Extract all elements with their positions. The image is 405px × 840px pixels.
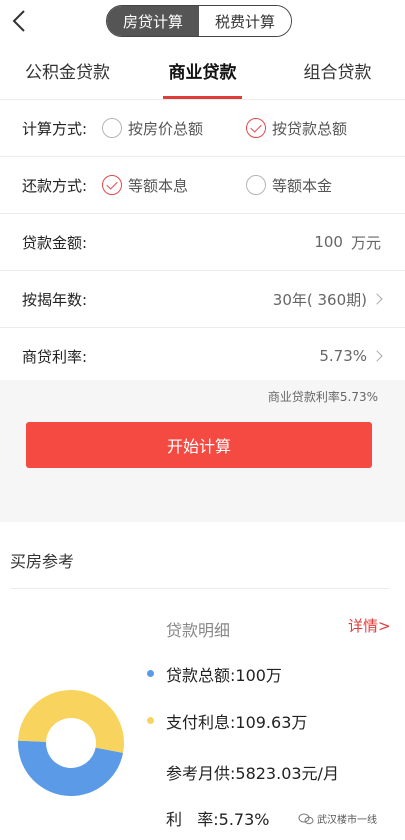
loan-donut-chart — [18, 690, 124, 796]
action-area: 商业贷款利率5.73% 开始计算 — [0, 380, 405, 522]
segment-tax-calc[interactable]: 税费计算 — [199, 6, 291, 36]
rate-hint: 商业贷款利率5.73% — [267, 390, 378, 404]
radio-checked-icon — [102, 175, 122, 195]
loan-years-value: 30年( 360期) — [272, 290, 367, 309]
loan-type-tabs: 公积金贷款 商业贷款 组合贷款 — [0, 48, 405, 100]
option-label: 等额本息 — [128, 176, 189, 195]
watermark: 武汉楼市一线 — [298, 811, 377, 826]
interest-rate-label: 商贷利率: — [22, 347, 88, 366]
radio-unchecked-icon — [102, 118, 122, 138]
loan-amount-label: 贷款金额: — [22, 233, 88, 252]
option-by-loan-total[interactable]: 按贷款总额 — [246, 118, 347, 139]
option-label: 按贷款总额 — [272, 119, 348, 138]
interest-rate-row[interactable]: 商贷利率: 5.73% — [0, 328, 405, 385]
monthly-payment: 参考月供:5823.03元/月 — [166, 764, 339, 783]
loan-amount-row[interactable]: 贷款金额: 100 万元 — [0, 214, 405, 271]
tab-commercial-loan[interactable]: 商业贷款 — [135, 48, 270, 99]
legend-interest: 支付利息:109.63万 — [166, 713, 308, 732]
legend-dot-principal — [147, 670, 154, 677]
legend-loan-total: 贷款总额:100万 — [166, 666, 282, 685]
chevron-right-icon — [371, 350, 383, 362]
wechat-icon — [298, 813, 314, 824]
loan-form: 计算方式: 按房价总额 按贷款总额 还款方式: 等额本息 等额本金 贷款金额: … — [0, 100, 405, 385]
tab-provident-fund-loan[interactable]: 公积金贷款 — [0, 48, 135, 99]
details-link[interactable]: 详情> — [348, 615, 391, 636]
option-label: 等额本金 — [272, 176, 333, 195]
interest-rate-value: 5.73% — [319, 347, 367, 365]
loan-years-label: 按揭年数: — [22, 290, 88, 309]
chevron-right-icon — [371, 293, 383, 305]
chevron-left-icon — [12, 10, 25, 32]
divider — [10, 588, 389, 589]
loan-amount-input[interactable]: 100 — [314, 233, 343, 251]
radio-unchecked-icon — [246, 175, 266, 195]
tab-combined-loan[interactable]: 组合贷款 — [270, 48, 405, 99]
watermark-text: 武汉楼市一线 — [317, 815, 377, 826]
repay-method-label: 还款方式: — [22, 176, 88, 195]
calc-method-label: 计算方式: — [22, 119, 88, 138]
segment-mortgage-calc[interactable]: 房贷计算 — [107, 6, 199, 36]
loan-amount-unit: 万元 — [350, 233, 381, 252]
repay-method-row: 还款方式: 等额本息 等额本金 — [0, 157, 405, 214]
loan-years-row[interactable]: 按揭年数: 30年( 360期) — [0, 271, 405, 328]
reference-section: 买房参考 贷款明细 详情> 贷款总额:100万 支付利息:109.63万 参考月… — [0, 522, 405, 840]
start-calc-button[interactable]: 开始计算 — [26, 422, 372, 468]
legend-dot-interest — [147, 717, 154, 724]
option-equal-principal[interactable]: 等额本金 — [246, 175, 332, 196]
reference-title: 买房参考 — [10, 552, 75, 571]
header: 房贷计算 税费计算 — [0, 0, 405, 44]
option-label: 按房价总额 — [128, 119, 204, 138]
calc-type-switch: 房贷计算 税费计算 — [106, 5, 292, 37]
option-by-house-price[interactable]: 按房价总额 — [102, 118, 203, 139]
calc-method-row: 计算方式: 按房价总额 按贷款总额 — [0, 100, 405, 157]
radio-checked-icon — [246, 118, 266, 138]
loan-detail-title: 贷款明细 — [166, 621, 231, 640]
back-button[interactable] — [6, 6, 34, 36]
option-equal-installment[interactable]: 等额本息 — [102, 175, 188, 196]
rate-info: 利 率:5.73% — [166, 810, 270, 829]
